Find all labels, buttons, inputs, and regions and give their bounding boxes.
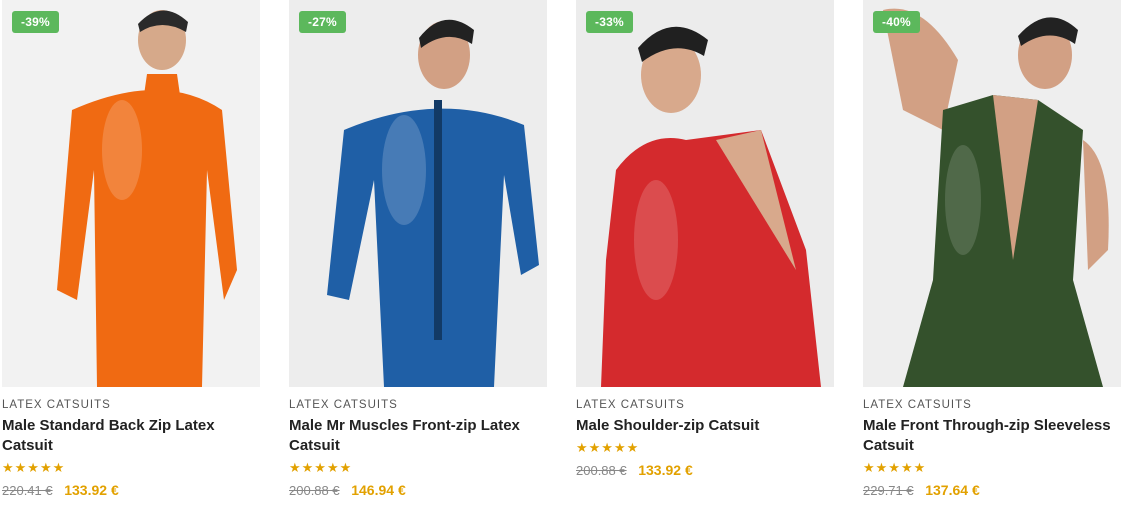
sale-price: 133.92 €	[638, 462, 693, 478]
catsuit-illustration	[576, 0, 834, 387]
catsuit-illustration	[2, 0, 260, 387]
discount-badge: -27%	[299, 11, 346, 33]
old-price: 220.41 €	[2, 483, 53, 498]
rating-stars: ★★★★★	[863, 460, 927, 475]
sale-price: 137.64 €	[925, 482, 980, 498]
sale-price: 133.92 €	[64, 482, 119, 498]
product-category[interactable]: LATEX CATSUITS	[576, 399, 834, 411]
product-title[interactable]: Male Standard Back Zip Latex Catsuit	[2, 416, 258, 456]
sale-price: 146.94 €	[351, 482, 406, 498]
product-image[interactable]: -40%	[863, 0, 1121, 387]
product-image[interactable]: -39%	[2, 0, 260, 387]
rating-stars: ★★★★★	[289, 460, 353, 475]
price-row: 200.88 € 133.92 €	[576, 460, 834, 481]
discount-badge: -40%	[873, 11, 920, 33]
catsuit-illustration	[863, 0, 1121, 387]
product-card[interactable]: -40% LATEX CATSUITS Male Front Through-z…	[863, 0, 1121, 501]
old-price: 229.71 €	[863, 483, 914, 498]
product-image[interactable]: -33%	[576, 0, 834, 387]
product-title[interactable]: Male Front Through-zip Sleeveless Catsui…	[863, 416, 1119, 456]
rating-stars: ★★★★★	[576, 440, 640, 455]
discount-badge: -33%	[586, 11, 633, 33]
product-card[interactable]: -27% LATEX CATSUITS Male Mr Muscles Fron…	[289, 0, 547, 501]
price-row: 229.71 € 137.64 €	[863, 480, 1121, 501]
product-title[interactable]: Male Shoulder-zip Catsuit	[576, 416, 832, 436]
product-card[interactable]: -33% LATEX CATSUITS Male Shoulder-zip Ca…	[576, 0, 834, 481]
discount-badge: -39%	[12, 11, 59, 33]
rating-stars: ★★★★★	[2, 460, 66, 475]
price-row: 220.41 € 133.92 €	[2, 480, 260, 501]
old-price: 200.88 €	[576, 463, 627, 478]
product-title[interactable]: Male Mr Muscles Front-zip Latex Catsuit	[289, 416, 545, 456]
product-category[interactable]: LATEX CATSUITS	[863, 399, 1121, 411]
product-category[interactable]: LATEX CATSUITS	[2, 399, 260, 411]
product-category[interactable]: LATEX CATSUITS	[289, 399, 547, 411]
catsuit-illustration	[289, 0, 547, 387]
product-grid: -39% LATEX CATSUITS Male Standard Back Z…	[0, 0, 1131, 509]
price-row: 200.88 € 146.94 €	[289, 480, 547, 501]
old-price: 200.88 €	[289, 483, 340, 498]
product-image[interactable]: -27%	[289, 0, 547, 387]
product-card[interactable]: -39% LATEX CATSUITS Male Standard Back Z…	[2, 0, 260, 501]
